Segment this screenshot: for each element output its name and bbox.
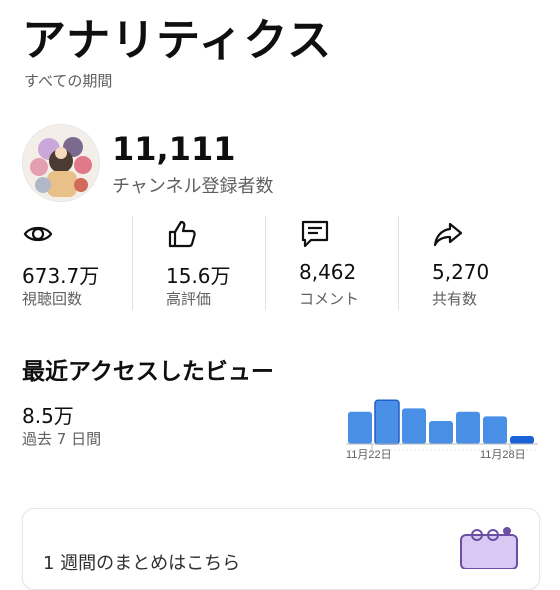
weekly-summary-text: 1 週間のまとめはこちら — [43, 553, 241, 574]
chart-bar — [429, 421, 453, 444]
chart-bar — [456, 411, 480, 444]
thumbs-up-icon — [168, 220, 196, 248]
stat-shares[interactable]: 5,270 共有数 — [432, 214, 552, 314]
chart-bar — [402, 408, 426, 444]
channel-summary: 11,111 チャンネル登録者数 — [22, 124, 522, 202]
divider — [265, 216, 266, 310]
recent-views-period: 過去 7 日間 — [22, 430, 102, 448]
period-label: すべての期間 — [24, 72, 113, 90]
comment-icon — [301, 220, 329, 248]
divider — [132, 216, 133, 310]
subscriber-count: 11,111 — [112, 130, 236, 168]
chart-tick-label: 11月22日 — [346, 449, 392, 461]
chart-bar — [374, 399, 400, 445]
stat-views[interactable]: 673.7万 視聴回数 — [22, 214, 142, 314]
divider — [398, 216, 399, 310]
stat-value: 673.7万 — [22, 264, 100, 288]
stat-value: 8,462 — [299, 260, 357, 284]
page-title: アナリティクス — [22, 15, 333, 66]
eye-icon — [23, 226, 53, 242]
stat-label: 高評価 — [166, 290, 212, 308]
stats-row: 673.7万 視聴回数 15.6万 高評価 8,462 コメント 5,270 共… — [0, 214, 560, 314]
chart-tick-label: 11月28日 — [480, 449, 526, 461]
stat-label: コメント — [299, 290, 360, 308]
share-icon — [433, 222, 463, 247]
weekly-summary-card[interactable]: 1 週間のまとめはこちら — [22, 508, 540, 590]
channel-avatar[interactable] — [22, 124, 100, 202]
stat-comments[interactable]: 8,462 コメント — [299, 214, 419, 314]
recent-views-chart[interactable]: 11月22日 11月28日 — [342, 388, 542, 468]
chart-bar — [348, 411, 372, 444]
stat-value: 15.6万 — [166, 264, 231, 288]
stat-value: 5,270 — [432, 260, 490, 284]
stat-label: 共有数 — [432, 290, 478, 308]
subscriber-label: チャンネル登録者数 — [112, 176, 274, 197]
stat-likes[interactable]: 15.6万 高評価 — [166, 214, 286, 314]
recent-views-value: 8.5万 — [22, 404, 74, 428]
recent-views-title[interactable]: 最近アクセスしたビュー — [22, 352, 274, 386]
chart-bar — [510, 435, 534, 444]
stat-label: 視聴回数 — [22, 290, 83, 308]
chart-bar — [483, 416, 507, 444]
calendar-illustration-icon — [460, 527, 518, 569]
